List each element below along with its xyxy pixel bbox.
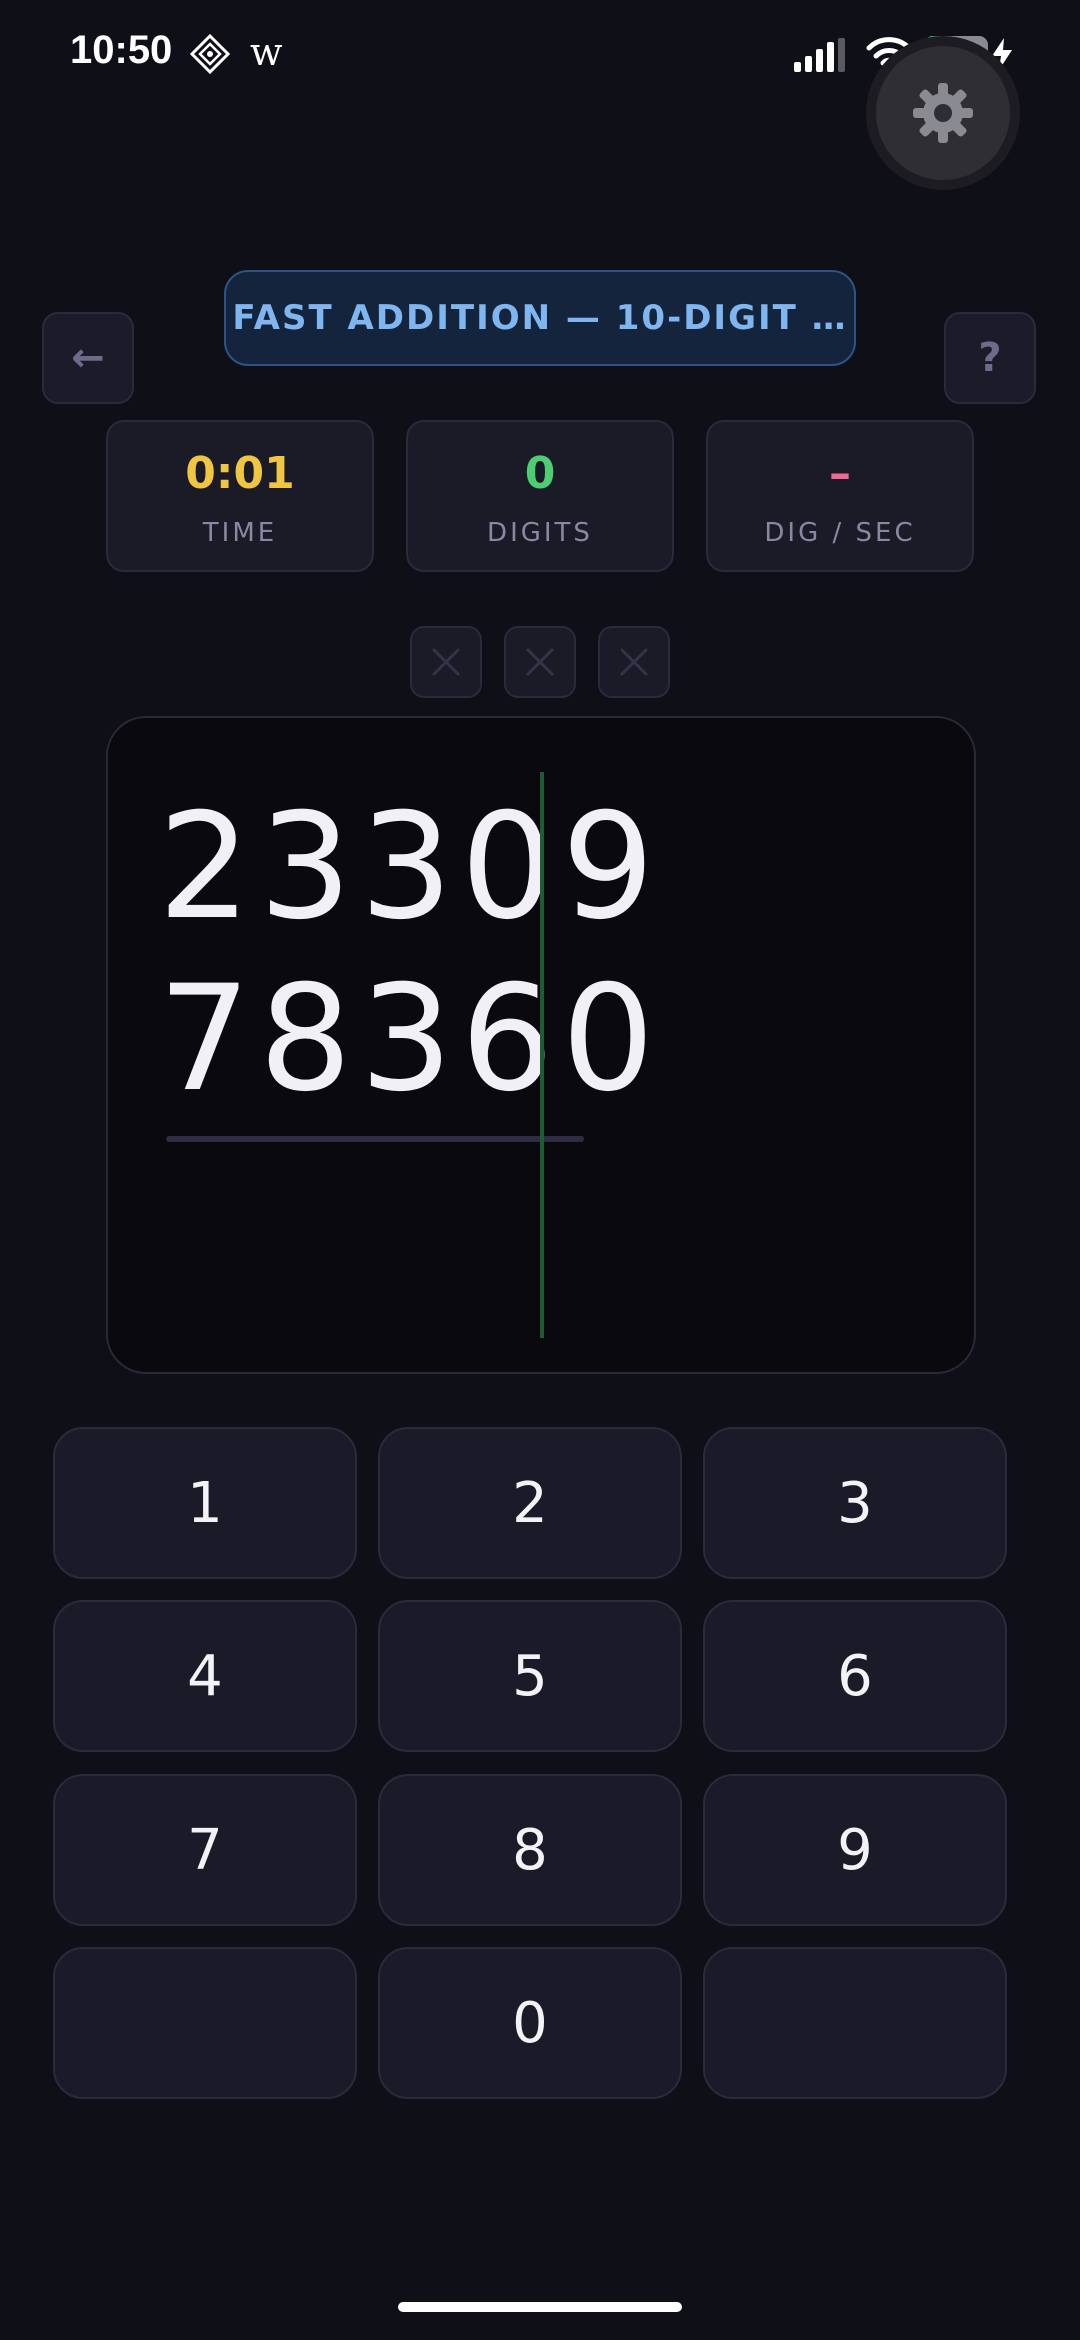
key-0[interactable]: 0 xyxy=(378,1947,682,2099)
key-7[interactable]: 7 xyxy=(53,1774,357,1926)
mode-title: FAST ADDITION — 10-DIGIT … xyxy=(224,270,856,366)
app-screen: 10:50 w 2 7 xyxy=(0,0,1080,2340)
key-6[interactable]: 6 xyxy=(703,1600,1007,1752)
key-4[interactable]: 4 xyxy=(53,1600,357,1752)
strike-1 xyxy=(410,626,482,698)
x-icon xyxy=(620,648,648,676)
key-1[interactable]: 1 xyxy=(53,1427,357,1579)
stat-time-label: TIME xyxy=(202,518,278,548)
stat-rate-label: DIG / SEC xyxy=(764,518,916,548)
stat-time: 0:01 TIME xyxy=(106,420,374,572)
settings-button[interactable] xyxy=(876,46,1010,180)
home-indicator[interactable] xyxy=(398,2302,682,2312)
strike-2 xyxy=(504,626,576,698)
app-diamond-icon xyxy=(190,34,230,74)
key-5[interactable]: 5 xyxy=(378,1600,682,1752)
charging-bolt-icon xyxy=(992,38,1012,70)
stat-time-value: 0:01 xyxy=(185,448,295,499)
back-button[interactable]: ← xyxy=(42,312,134,404)
operand-2: 78360 xyxy=(158,954,663,1124)
problem-panel: 23309 78360 xyxy=(106,716,976,1374)
back-arrow-icon: ← xyxy=(71,335,105,381)
app-w-icon: w xyxy=(250,30,283,74)
stat-rate: – DIG / SEC xyxy=(706,420,974,572)
stat-digits-label: DIGITS xyxy=(487,518,593,548)
stat-digits: 0 DIGITS xyxy=(406,420,674,572)
stat-digits-value: 0 xyxy=(524,448,556,499)
gear-icon xyxy=(913,83,973,143)
x-icon xyxy=(526,648,554,676)
key-8[interactable]: 8 xyxy=(378,1774,682,1926)
stat-rate-value: – xyxy=(829,448,851,499)
key-2[interactable]: 2 xyxy=(378,1427,682,1579)
status-time: 10:50 xyxy=(70,28,173,72)
key-blank-right[interactable] xyxy=(703,1947,1007,2099)
help-button[interactable]: ? xyxy=(944,312,1036,404)
cellular-signal-icon xyxy=(794,38,845,72)
key-9[interactable]: 9 xyxy=(703,1774,1007,1926)
key-blank-left[interactable] xyxy=(53,1947,357,2099)
key-3[interactable]: 3 xyxy=(703,1427,1007,1579)
question-mark-icon: ? xyxy=(978,335,1002,381)
sum-line xyxy=(166,1136,584,1142)
strike-3 xyxy=(598,626,670,698)
operand-1: 23309 xyxy=(158,782,663,952)
x-icon xyxy=(432,648,460,676)
column-cursor xyxy=(540,772,544,1338)
